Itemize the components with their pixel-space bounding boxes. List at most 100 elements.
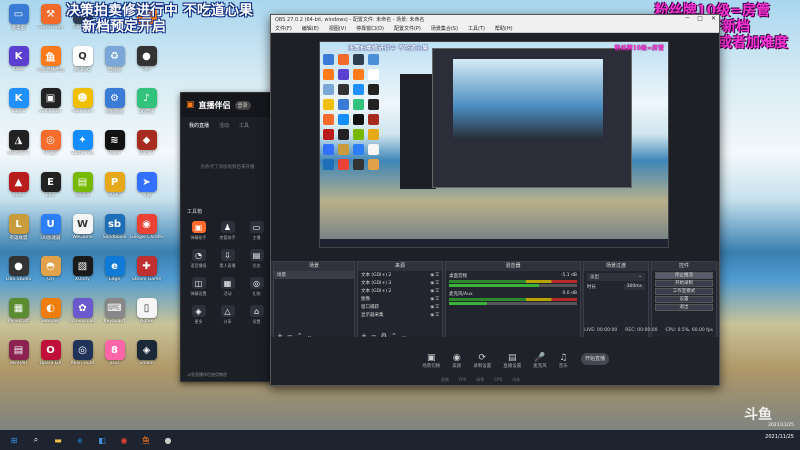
menu-item[interactable]: 场景集合(S) xyxy=(431,25,458,32)
toolbox-item[interactable]: ▭ 主播 xyxy=(243,221,270,241)
bottom-button[interactable]: ⟳ 录制设置 xyxy=(473,353,491,369)
desktop-icon[interactable]: ▤ Nvidia xyxy=(66,172,99,198)
desktop-icon[interactable]: O Opera GX xyxy=(34,340,67,366)
control-button[interactable]: 停止推流 xyxy=(655,272,713,279)
volume-slider[interactable] xyxy=(449,284,577,287)
desktop-icon[interactable]: ☻ Yuanshen xyxy=(66,88,99,114)
desktop-icon[interactable]: ✿ screencolor xyxy=(66,298,99,324)
store-icon[interactable]: ◧ xyxy=(94,433,110,447)
visibility-eye-icon[interactable]: ◉ ⚿ xyxy=(430,272,439,278)
volume-slider[interactable] xyxy=(449,302,577,305)
desktop-icon[interactable]: ⚒ CurseForge xyxy=(34,4,67,30)
chrome-icon[interactable]: ◉ xyxy=(116,433,132,447)
desktop-icon[interactable]: ▦ Minecraft xyxy=(2,298,35,324)
toolbox-item[interactable]: ▤ 任务 xyxy=(243,249,270,269)
menu-item[interactable]: 编辑(E) xyxy=(302,25,319,32)
desktop-icon[interactable]: ⌨ Keyboard xyxy=(98,298,131,324)
toolbox-item[interactable]: ◔ 语音播报 xyxy=(185,249,212,269)
source-item[interactable]: 窗口捕获 ◉ ⚿ xyxy=(358,303,442,311)
duration-value[interactable]: 300ms xyxy=(623,284,645,290)
desktop-icon[interactable]: ◈ Steam xyxy=(130,340,163,366)
menu-item[interactable]: 配置文件(P) xyxy=(394,25,421,32)
menu-item[interactable]: 视图(V) xyxy=(329,25,346,32)
source-item[interactable]: 图像 ◉ ⚿ xyxy=(358,295,442,303)
desktop-icon[interactable]: ♻ 回收站 xyxy=(98,46,131,73)
visibility-eye-icon[interactable]: ◉ ⚿ xyxy=(430,304,439,310)
desktop-icon[interactable]: ● Obs xyxy=(130,46,163,72)
toolbox-item[interactable]: ▦ 活动 xyxy=(214,277,241,297)
desktop-icon[interactable]: ▣ Wallpaper xyxy=(34,88,67,114)
maximize-icon[interactable]: □ xyxy=(697,15,703,22)
menu-item[interactable]: 文件(F) xyxy=(275,25,292,32)
toolbox-item[interactable]: ⇩ 素人直播 xyxy=(214,249,241,269)
file-explorer-icon[interactable]: ▬ xyxy=(50,433,66,447)
desktop-icon[interactable]: ◎ Origin xyxy=(34,130,67,156)
desktop-icon[interactable]: ◐ Blender xyxy=(34,298,67,324)
desktop-icon[interactable]: ✚ Steam Game xyxy=(130,256,163,282)
source-item[interactable]: 文本 (GDI+) 2 ◉ ⚿ xyxy=(358,287,442,295)
control-button[interactable]: 退出 xyxy=(655,304,713,311)
desktop-icon[interactable]: ✦ Battle.net xyxy=(66,130,99,156)
desktop-icon[interactable]: ▤ WinRAR xyxy=(2,340,35,366)
source-item[interactable]: 文本 (GDI+) 2 ◉ ⚿ xyxy=(358,271,442,279)
bottom-button[interactable]: 🎤 麦克风 xyxy=(533,353,547,369)
douyu-icon[interactable]: 鱼 xyxy=(138,433,154,447)
desktop-icon[interactable]: ◆ Dota 2 xyxy=(130,130,163,156)
desktop-icon[interactable]: e Edge xyxy=(98,256,131,282)
companion-tab-live[interactable]: 我的直播 xyxy=(189,122,209,129)
start-live-button[interactable]: 开始直播 xyxy=(581,353,609,365)
minimize-icon[interactable]: ─ xyxy=(686,15,690,22)
toolbox-item[interactable]: ⌂ 设置 xyxy=(243,305,270,325)
desktop-icon[interactable]: sb Sandboxie xyxy=(98,214,131,240)
edge-icon[interactable]: e xyxy=(72,433,88,447)
desktop-icon[interactable]: U UU加速器 xyxy=(34,214,67,241)
companion-login-button[interactable]: 登录 xyxy=(234,100,251,110)
desktop-icon[interactable]: ◉ Google Chrome xyxy=(130,214,163,240)
companion-tab-tools[interactable]: 工具 xyxy=(239,122,249,129)
desktop-icon[interactable]: ➤ 飞书 xyxy=(130,172,163,199)
desktop-icon[interactable]: 8 osu! xyxy=(98,340,131,366)
toolbox-item[interactable]: ◫ 弹幕设置 xyxy=(185,277,212,297)
control-button[interactable]: 开始录制 xyxy=(655,280,713,287)
menu-item[interactable]: 工具(T) xyxy=(468,25,485,32)
obs-icon[interactable]: ● xyxy=(160,433,176,447)
visibility-eye-icon[interactable]: ◉ ⚿ xyxy=(430,312,439,318)
scene-item[interactable]: 场景 xyxy=(274,271,354,279)
desktop-icon[interactable]: ▯ Notes xyxy=(130,298,163,324)
control-button[interactable]: 设置 xyxy=(655,296,713,303)
toolbox-item[interactable]: ♟ 房管助手 xyxy=(214,221,241,241)
desktop-icon[interactable]: W WeGame xyxy=(66,214,99,240)
source-item[interactable]: 文本 (GDI+) 3 ◉ ⚿ xyxy=(358,279,442,287)
preview-canvas[interactable]: 决策拍卖修进行中 不吃道心果 粉丝牌10级=房管 xyxy=(319,41,669,248)
desktop-icon[interactable]: ▧ XUnity xyxy=(66,256,99,282)
visibility-eye-icon[interactable]: ◉ ⚿ xyxy=(430,296,439,302)
desktop-icon[interactable]: P PUBG xyxy=(98,172,131,198)
desktop-icon[interactable]: ● OBS Studio xyxy=(2,256,35,282)
desktop-icon[interactable]: ▲ Apex xyxy=(2,172,35,198)
desktop-icon[interactable]: ♪ QQ音乐 xyxy=(130,88,163,115)
menu-item[interactable]: 停靠窗口(D) xyxy=(356,25,384,32)
desktop-icon[interactable]: 鱼斗鱼直播伴侣 xyxy=(34,46,67,73)
desktop-icon[interactable]: ◎ Alien Hunt xyxy=(66,340,99,366)
desktop-icon[interactable]: ◮ Destiny 2 xyxy=(2,130,35,156)
toolbox-item[interactable]: ◈ 更多 xyxy=(185,305,212,325)
desktop-icon[interactable]: ◓ Ori xyxy=(34,256,67,282)
transition-select[interactable]: 淡出 ⌄ xyxy=(587,273,645,281)
taskbar-clock[interactable]: 2021/11/25 xyxy=(765,434,794,440)
companion-footer[interactable]: 斗鱼直播伴侣使用教程 xyxy=(187,372,227,378)
desktop-icon[interactable]: E Epic xyxy=(34,172,67,198)
toolbox-item[interactable]: ▣ 弹幕助手 xyxy=(185,221,212,241)
desktop-icon[interactable]: Q 腾讯QQ xyxy=(66,46,99,73)
bottom-button[interactable]: ◉ 美颜 xyxy=(452,353,461,369)
bottom-button[interactable]: ▣ 场景切换 xyxy=(422,353,440,369)
desktop-icon[interactable]: K Kook xyxy=(2,46,35,72)
close-icon[interactable]: ✕ xyxy=(711,15,716,22)
desktop-icon[interactable]: ⚙ 控制面板 xyxy=(98,88,131,115)
control-button[interactable]: 工作室模式 xyxy=(655,288,713,295)
search-icon[interactable]: ⌕ xyxy=(28,433,44,447)
desktop-icon[interactable]: ▭ 此电脑 xyxy=(2,4,35,31)
source-item[interactable]: 显示器采集 ◉ ⚿ xyxy=(358,311,442,319)
desktop-icon[interactable]: L 英雄联盟 xyxy=(2,214,35,241)
bottom-button[interactable]: ▤ 直播设置 xyxy=(503,353,521,369)
bottom-button[interactable]: ♫ 音乐 xyxy=(559,353,568,369)
